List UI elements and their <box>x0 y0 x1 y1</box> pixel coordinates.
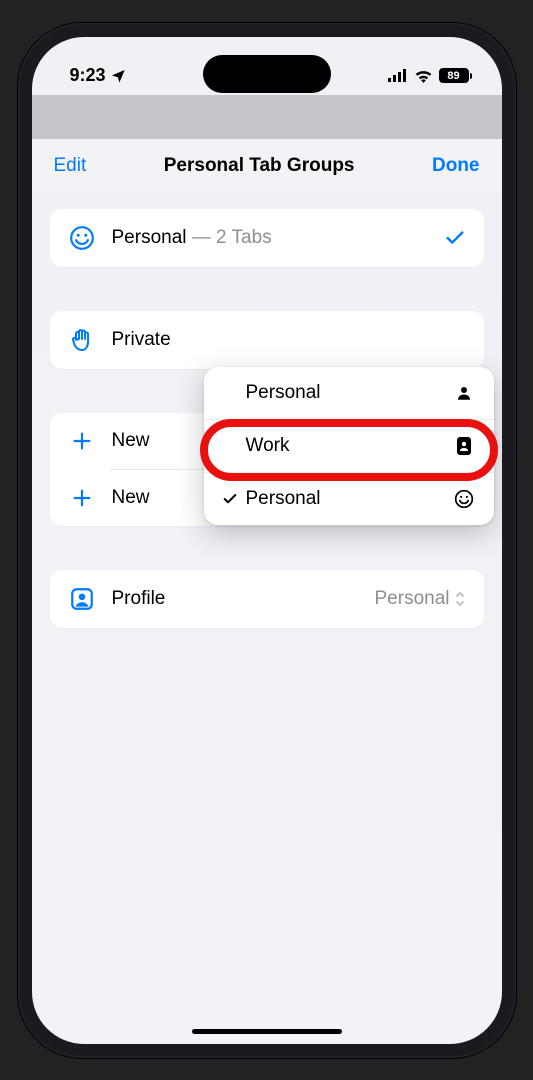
smiley-icon <box>68 225 96 251</box>
popup-item-personal-checked[interactable]: Personal <box>204 472 494 525</box>
status-right: 89 <box>388 68 472 83</box>
checkmark-icon <box>222 491 246 507</box>
phone-screen: 9:23 89 Edit Personal Ta <box>32 37 502 1044</box>
popup-item-label: Work <box>246 435 452 457</box>
plus-icon <box>68 487 96 509</box>
tab-group-personal-card[interactable]: Personal — 2 Tabs <box>50 209 484 267</box>
wifi-icon <box>414 69 433 83</box>
tab-group-private-card[interactable]: Private <box>50 311 484 369</box>
status-time: 9:23 <box>70 65 106 86</box>
sheet-grabber-area <box>32 95 502 139</box>
location-icon <box>110 68 126 84</box>
checkmark-icon <box>444 227 466 249</box>
badge-icon <box>452 436 476 456</box>
battery-icon: 89 <box>439 68 472 83</box>
page-title: Personal Tab Groups <box>164 155 355 177</box>
chevron-up-down-icon <box>454 590 466 608</box>
popup-item-personal[interactable]: Personal <box>204 367 494 419</box>
popup-item-label: Personal <box>246 382 452 404</box>
profile-popup-menu: Personal Work Personal <box>204 367 494 525</box>
status-left: 9:23 <box>70 65 126 86</box>
profile-card[interactable]: Profile Personal <box>50 570 484 628</box>
dynamic-island <box>203 55 331 93</box>
profile-card-icon <box>68 586 96 612</box>
profile-label: Profile <box>112 588 375 610</box>
battery-level: 89 <box>439 68 469 83</box>
cellular-icon <box>388 69 408 82</box>
plus-icon <box>68 430 96 452</box>
person-icon <box>452 384 476 402</box>
done-button[interactable]: Done <box>432 155 480 177</box>
edit-button[interactable]: Edit <box>54 155 87 177</box>
hand-icon <box>68 327 96 353</box>
nav-header: Edit Personal Tab Groups Done <box>32 139 502 191</box>
popup-item-work[interactable]: Work <box>204 419 494 472</box>
content-area: Personal — 2 Tabs Private <box>32 191 502 628</box>
smiley-outline-icon <box>452 489 476 509</box>
personal-group-label: Personal — 2 Tabs <box>112 227 444 249</box>
private-group-label: Private <box>112 329 466 351</box>
popup-item-label: Personal <box>246 488 452 510</box>
home-indicator[interactable] <box>192 1029 342 1034</box>
phone-frame: 9:23 89 Edit Personal Ta <box>18 23 516 1058</box>
profile-value: Personal <box>375 588 450 610</box>
